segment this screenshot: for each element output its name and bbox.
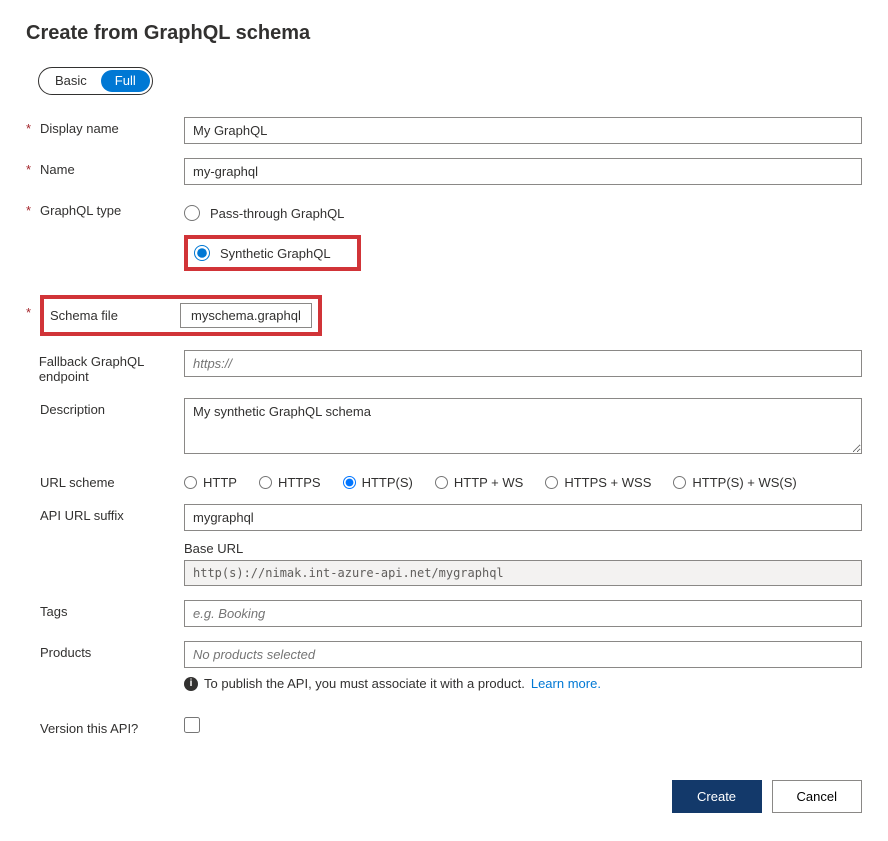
base-url-display: http(s)://nimak.int-azure-api.net/mygrap… xyxy=(184,560,862,586)
name-input[interactable] xyxy=(184,158,862,185)
radio-https-ws-both[interactable] xyxy=(673,476,686,489)
fallback-endpoint-input[interactable] xyxy=(184,350,862,377)
learn-more-link[interactable]: Learn more. xyxy=(531,676,601,691)
radio-passthrough-graphql[interactable] xyxy=(184,205,200,221)
label-api-url-suffix: API URL suffix xyxy=(40,508,124,523)
required-marker: * xyxy=(26,203,40,218)
schema-file-chip[interactable]: myschema.graphql xyxy=(180,303,312,328)
description-input[interactable] xyxy=(184,398,862,454)
label-https-both: HTTP(S) xyxy=(362,475,413,490)
label-graphql-type: GraphQL type xyxy=(40,203,121,218)
page-title: Create from GraphQL schema xyxy=(26,22,862,45)
tab-basic[interactable]: Basic xyxy=(41,70,101,92)
api-url-suffix-input[interactable] xyxy=(184,504,862,531)
label-https: HTTPS xyxy=(278,475,321,490)
version-api-checkbox[interactable] xyxy=(184,717,200,733)
label-url-scheme: URL scheme xyxy=(40,475,115,490)
label-display-name: Display name xyxy=(40,121,119,136)
radio-https-wss[interactable] xyxy=(545,476,558,489)
display-name-input[interactable] xyxy=(184,117,862,144)
label-name: Name xyxy=(40,162,75,177)
label-tags: Tags xyxy=(40,604,67,619)
tab-full[interactable]: Full xyxy=(101,70,150,92)
label-https-ws-both: HTTP(S) + WS(S) xyxy=(692,475,796,490)
radio-https[interactable] xyxy=(259,476,272,489)
required-marker: * xyxy=(26,295,40,320)
required-marker: * xyxy=(26,121,40,136)
label-http: HTTP xyxy=(203,475,237,490)
label-base-url: Base URL xyxy=(184,541,862,556)
radio-http-ws[interactable] xyxy=(435,476,448,489)
label-synthetic-graphql: Synthetic GraphQL xyxy=(220,246,331,261)
cancel-button[interactable]: Cancel xyxy=(772,780,862,813)
required-marker: * xyxy=(26,162,40,177)
basic-full-toggle: Basic Full xyxy=(38,67,153,95)
publish-info-text: To publish the API, you must associate i… xyxy=(204,676,525,691)
label-passthrough-graphql: Pass-through GraphQL xyxy=(210,206,344,221)
label-description: Description xyxy=(40,402,105,417)
radio-http[interactable] xyxy=(184,476,197,489)
label-products: Products xyxy=(40,645,91,660)
radio-https-both[interactable] xyxy=(343,476,356,489)
create-button[interactable]: Create xyxy=(672,780,762,813)
products-input[interactable] xyxy=(184,641,862,668)
label-schema-file: Schema file xyxy=(50,308,180,323)
tags-input[interactable] xyxy=(184,600,862,627)
radio-synthetic-graphql[interactable] xyxy=(194,245,210,261)
label-https-wss: HTTPS + WSS xyxy=(564,475,651,490)
info-icon: i xyxy=(184,677,198,691)
label-http-ws: HTTP + WS xyxy=(454,475,523,490)
label-fallback-endpoint: Fallback GraphQL endpoint xyxy=(39,354,184,384)
label-version-api: Version this API? xyxy=(40,721,138,736)
